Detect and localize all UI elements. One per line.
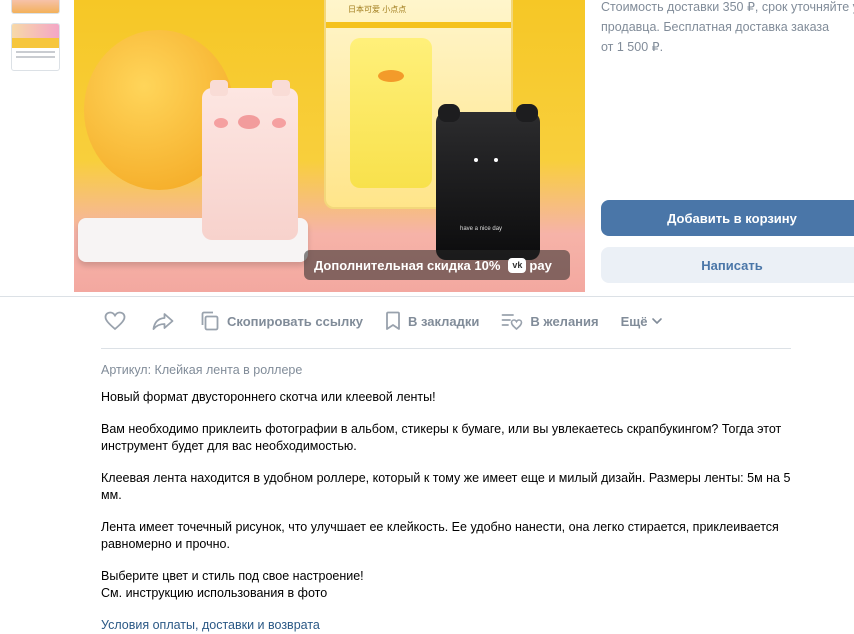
bear-text: have a nice day	[460, 226, 503, 232]
bear-roller: have a nice day	[436, 104, 540, 260]
divider	[0, 296, 854, 297]
share-icon	[152, 313, 174, 330]
more-button[interactable]: Ещё	[621, 314, 664, 329]
card-text: 日本可爱 小点点	[348, 5, 407, 14]
pig-ear	[272, 80, 290, 96]
pig-cheek	[214, 118, 228, 128]
add-to-cart-button[interactable]: Добавить в корзину	[601, 200, 854, 236]
thumbnail-strip	[12, 38, 59, 48]
description-paragraph: Клеевая лента находится в удобном роллер…	[101, 471, 791, 502]
pig-cheek	[272, 118, 286, 128]
description-paragraph: См. инструкцию использования в фото	[101, 585, 328, 600]
delivery-info: Стоимость доставки 350 ₽, срок уточняйте…	[601, 0, 854, 57]
bear-eye	[494, 158, 498, 162]
thumbnail-2[interactable]	[11, 23, 60, 71]
bear-ear	[438, 104, 460, 122]
description-paragraph: Новый формат двустороннего скотча или кл…	[101, 389, 436, 404]
delivery-line: Стоимость доставки 350 ₽, срок уточняйте…	[601, 0, 854, 14]
thumbnail-line	[16, 56, 55, 58]
terms-link[interactable]: Условия оплаты, доставки и возврата	[101, 617, 801, 634]
pig-nose	[238, 115, 260, 129]
duck-beak	[378, 70, 404, 82]
share-button[interactable]	[152, 311, 174, 331]
message-button[interactable]: Написать	[601, 247, 854, 283]
pay-label: pay	[529, 257, 552, 273]
description-paragraph: Выберите цвет и стиль под свое настроени…	[101, 569, 364, 583]
copy-icon	[201, 311, 219, 331]
copy-link-button[interactable]: Скопировать ссылку	[200, 311, 363, 331]
like-button[interactable]	[104, 311, 126, 331]
thumbnail-line	[16, 51, 55, 53]
divider	[101, 348, 791, 349]
delivery-line: продавца. Бесплатная доставка заказа	[601, 20, 830, 34]
wishlist-icon	[502, 314, 523, 331]
vk-logo-icon: vk	[508, 257, 527, 273]
discount-text: Дополнительная скидка 10%	[314, 257, 501, 273]
more-label: Ещё	[620, 313, 648, 329]
bookmark-button[interactable]: В закладки	[385, 311, 479, 331]
duck-roller	[350, 38, 432, 188]
thumbnail-banner	[12, 24, 59, 38]
sku-label: Артикул: Клейкая лента в роллере	[101, 363, 303, 377]
bookmark-label: В закладки	[407, 313, 480, 329]
discount-banner[interactable]: Дополнительная скидка 10% vk pay	[304, 250, 570, 280]
wishlist-button[interactable]: В желания	[501, 311, 599, 331]
thumbnail-1[interactable]	[11, 0, 60, 14]
delivery-line: от 1 500 ₽.	[601, 40, 664, 54]
action-bar: Скопировать ссылку В закладки В желания …	[104, 308, 685, 334]
description-paragraph: Вам необходимо приклеить фотографии в ал…	[101, 422, 782, 453]
wishlist-label: В желания	[530, 313, 599, 329]
bear-eye	[474, 158, 478, 162]
chevron-down-icon	[652, 318, 663, 324]
pig-ear	[210, 80, 228, 96]
bookmark-icon	[386, 311, 400, 330]
product-description: Артикул: Клейкая лента в роллере Новый ф…	[101, 362, 801, 634]
description-paragraph: Лента имеет точечный рисунок, что улучша…	[101, 520, 779, 551]
heart-icon	[104, 311, 126, 331]
copy-link-label: Скопировать ссылку	[227, 313, 363, 329]
product-photo[interactable]: 日本可爱 小点点 have a nice day	[74, 0, 585, 292]
pig-roller	[202, 80, 298, 240]
card-stripe	[326, 22, 511, 28]
bear-ear	[516, 104, 538, 122]
